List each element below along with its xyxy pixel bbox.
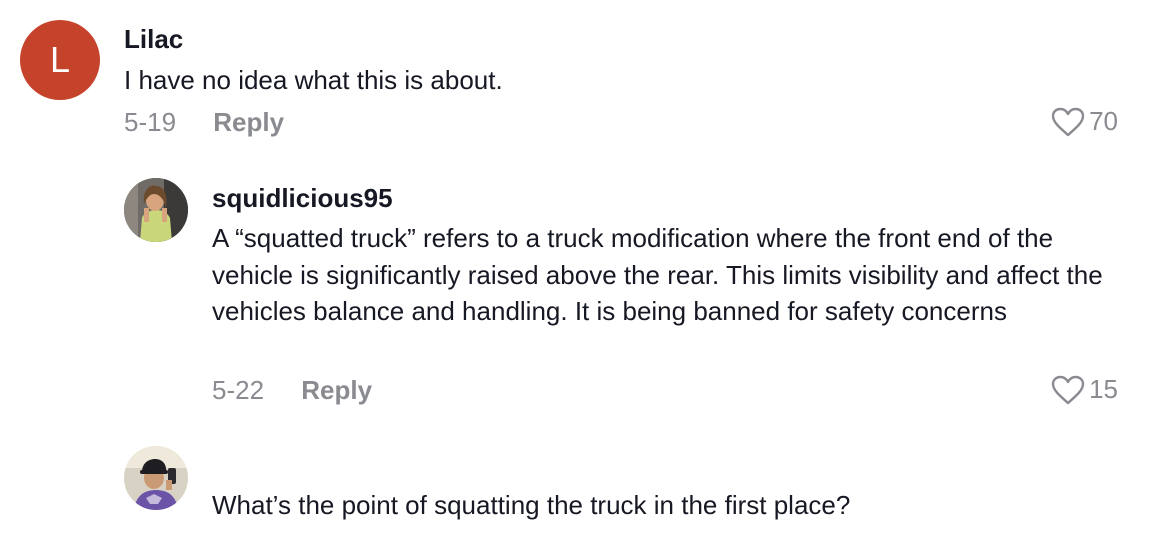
avatar-letter: L xyxy=(49,39,71,80)
reply-button[interactable]: Reply xyxy=(213,107,284,137)
comment-meta: 5-19 Reply xyxy=(124,107,284,138)
avatar[interactable] xyxy=(124,178,188,242)
avatar-photo xyxy=(124,178,188,242)
comment-text: I have no idea what this is about. xyxy=(124,65,503,95)
comment-text: A “squatted truck” refers to a truck mod… xyxy=(212,223,1103,326)
heart-icon xyxy=(1051,107,1085,137)
avatar-photo xyxy=(124,446,188,510)
comment-username[interactable]: Lilac xyxy=(124,24,183,55)
like-count: 70 xyxy=(1089,106,1118,136)
comment-date: 5-22 xyxy=(212,375,265,405)
like-button[interactable]: 15 xyxy=(1051,374,1118,405)
avatar[interactable] xyxy=(124,446,188,510)
comment-meta: 5-22 Reply xyxy=(212,375,372,406)
avatar[interactable]: L xyxy=(20,20,100,100)
like-count: 15 xyxy=(1089,374,1118,404)
reply-button[interactable]: Reply xyxy=(301,375,372,405)
like-button[interactable]: 70 xyxy=(1051,106,1118,137)
comment-text: What’s the point of squatting the truck … xyxy=(212,490,851,520)
comment-username[interactable]: squidlicious95 xyxy=(212,183,393,214)
comment-date: 5-19 xyxy=(124,107,177,137)
heart-icon xyxy=(1051,375,1085,405)
